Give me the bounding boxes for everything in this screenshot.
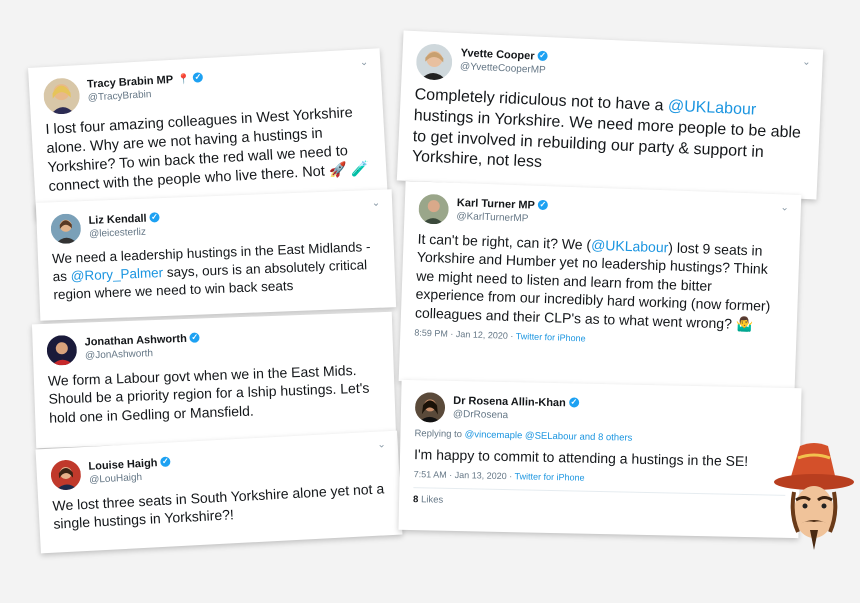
tweet-card-louise-haigh: ⌄ Louise Haigh ✓ @LouHaigh We lost three … [35,430,403,554]
tweet-text: Completely ridiculous not to have a @UKL… [411,85,806,186]
avatar[interactable] [414,392,446,423]
tweet-text: I'm happy to commit to attending a husti… [413,446,749,470]
avatar[interactable] [415,43,454,81]
avatar[interactable] [418,193,450,225]
verified-badge-icon: ✓ [160,456,171,467]
mention-link[interactable]: @UKLabour [591,237,669,256]
tweet-text: We need a leadership hustings in the Eas… [52,238,382,304]
mention-link[interactable]: @UKLabour [668,98,757,119]
chevron-down-icon[interactable]: ⌄ [372,198,381,209]
author-name[interactable]: Tracy Brabin MP [87,74,174,91]
tweet-meta: 7:51 AM · Jan 13, 2020 · Twitter for iPh… [413,469,585,484]
tweet-card-karl-turner: ⌄ Karl Turner MP ✓ @KarlTurnerMP It can't… [398,181,802,395]
timestamp[interactable]: 8:59 PM · Jan 12, 2020 [414,328,508,341]
verified-badge-icon: ✓ [192,71,204,83]
replying-to: Replying to @vincemaple @SELabour and 8 … [414,428,786,447]
likes-number: 8 [412,494,419,506]
chevron-down-icon[interactable]: ⌄ [360,57,369,68]
timestamp[interactable]: 7:51 AM · Jan 13, 2020 [414,470,507,482]
pin-icon: 📍 [177,73,191,86]
source-link[interactable]: Twitter for iPhone [515,331,585,343]
verified-badge-icon: ✓ [149,211,160,223]
verified-badge-icon: ✓ [537,50,548,61]
chevron-down-icon[interactable]: ⌄ [802,57,811,68]
mascot-face-icon [774,443,854,550]
avatar[interactable] [50,213,82,245]
chevron-down-icon[interactable]: ⌄ [780,202,789,213]
verified-badge-icon: ✓ [568,397,579,408]
replying-label: Replying to [414,428,465,441]
author-name[interactable]: Liz Kendall [88,213,146,227]
verified-badge-icon: ✓ [537,199,549,210]
source-link[interactable]: Twitter for iPhone [514,472,584,483]
tweet-text-part: ) lost 9 seats in Yorkshire and Humber y… [414,239,771,333]
likes-label: Likes [420,494,444,507]
author-name[interactable]: Louise Haigh [88,457,158,473]
author-name[interactable]: Jonathan Ashworth [84,333,187,349]
tweet-card-jonathan-ashworth: Jonathan Ashworth ✓ @JonAshworth We form … [31,311,397,449]
author-name[interactable]: Karl Turner MP [457,197,535,212]
author-name[interactable]: Dr Rosena Allin-Khan [453,395,566,409]
tweet-text: It can't be right, can it? We (@UKLabour… [415,230,786,335]
tweet-card-liz-kendall: ⌄ Liz Kendall ✓ @leicesterliz We need a l… [35,189,397,321]
verified-badge-icon: ✓ [189,332,200,343]
avatar[interactable] [42,77,81,116]
others-link[interactable]: and 8 others [577,432,632,444]
avatar[interactable] [46,334,78,366]
tweet-card-yvette-cooper: ⌄ Yvette Cooper ✓ @YvetteCooperMP Complet… [396,30,824,200]
likes-count[interactable]: 8 Likes [412,487,786,514]
author-name[interactable]: Yvette Cooper [460,47,534,62]
tweet-card-rosena-allin-khan: Dr Rosena Allin-Khan ✓ @DrRosena Replying… [398,379,802,539]
mention-link[interactable]: @Rory_Palmer [70,265,163,284]
chevron-down-icon[interactable]: ⌄ [377,439,386,450]
mention-link[interactable]: @SELabour [525,430,577,442]
tweet-text: We form a Labour govt when we in the Eas… [47,362,370,426]
avatar[interactable] [50,459,82,491]
tweet-text: I lost four amazing colleagues in West Y… [45,104,370,196]
mention-link[interactable]: @vincemaple [465,429,523,441]
